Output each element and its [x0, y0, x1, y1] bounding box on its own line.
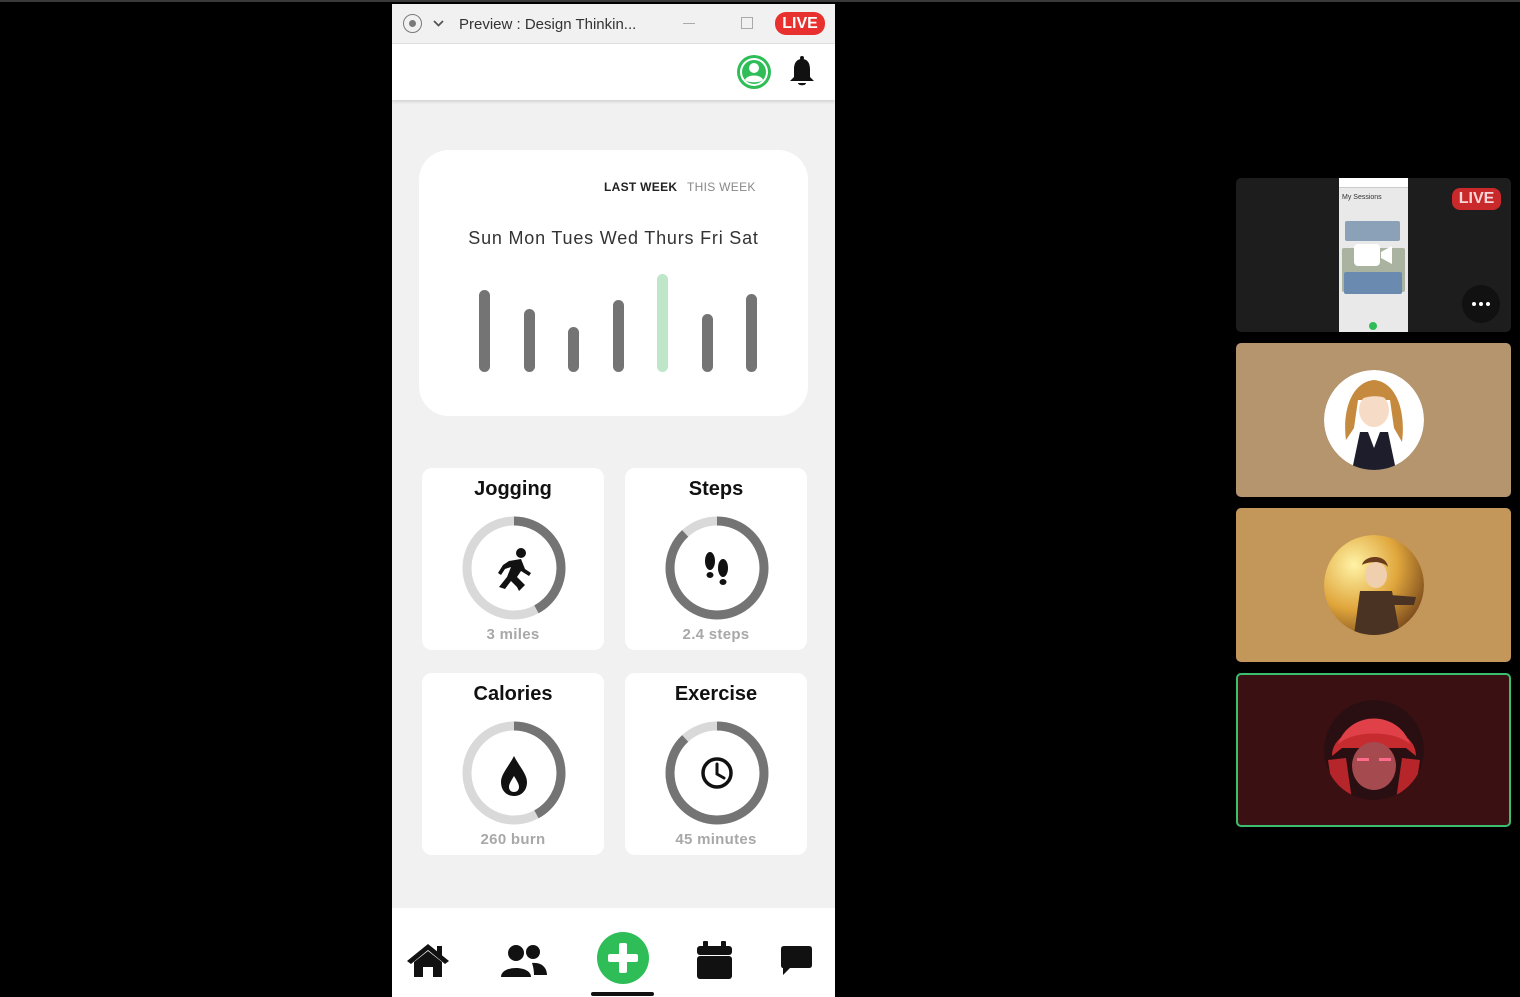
chat-icon[interactable]: [781, 946, 812, 976]
activity-bar-thurs: [657, 274, 668, 372]
stat-value: 45 minutes: [675, 831, 757, 848]
activity-bar-wed: [613, 300, 624, 372]
thumbnail-header: [1339, 178, 1408, 188]
participant-tile-active-speaker[interactable]: [1236, 673, 1511, 827]
progress-ring: [462, 516, 566, 620]
stat-title: Calories: [473, 683, 553, 705]
app-header: [392, 44, 835, 100]
bottom-nav: [392, 908, 835, 997]
tab-last-week[interactable]: LAST WEEK: [604, 180, 677, 194]
add-icon[interactable]: [597, 932, 649, 984]
stat-title: Jogging: [474, 478, 552, 500]
weekly-activity-card: LAST WEEK THIS WEEK Sun Mon Tues Wed Thu…: [419, 150, 808, 416]
flame-icon: [501, 756, 527, 796]
screen-share-live-badge: LIVE: [1452, 188, 1501, 210]
stat-value: 3 miles: [486, 626, 540, 643]
user-icon[interactable]: [737, 55, 771, 89]
activity-bar-mon: [524, 309, 535, 372]
thumbnail-add-icon: [1369, 322, 1377, 330]
stat-value: 2.4 steps: [682, 626, 750, 643]
screen-share-tile[interactable]: My Sessions LIVE: [1236, 178, 1511, 332]
progress-ring: [665, 721, 769, 825]
participant-tile[interactable]: [1236, 508, 1511, 662]
activity-bar-fri: [702, 314, 713, 372]
thumbnail-title: My Sessions: [1342, 194, 1382, 201]
participant-tile[interactable]: [1236, 343, 1511, 497]
runner-icon: [498, 548, 531, 591]
activity-bar-sun: [479, 290, 490, 372]
screen-top-edge: [0, 0, 1520, 2]
weekday-labels: Sun Mon Tues Wed Thurs Fri Sat: [468, 228, 759, 248]
bell-icon[interactable]: [788, 56, 816, 88]
progress-ring: [665, 516, 769, 620]
video-camera-icon: [1354, 244, 1392, 266]
stat-card-calories[interactable]: Calories 260 burn: [422, 673, 604, 855]
stat-title: Exercise: [674, 683, 758, 705]
more-options-button[interactable]: [1462, 285, 1500, 323]
stat-value: 260 burn: [480, 831, 546, 848]
thumbnail-image: [1345, 221, 1400, 241]
stat-title: Steps: [688, 478, 744, 500]
chevron-down-icon[interactable]: [432, 17, 445, 30]
participant-avatar: [1324, 370, 1424, 470]
stat-card-exercise[interactable]: Exercise 45 minutes: [625, 673, 807, 855]
activity-bar-sat: [746, 294, 757, 372]
tab-this-week[interactable]: THIS WEEK: [687, 180, 756, 194]
stat-card-jogging[interactable]: Jogging 3 miles: [422, 468, 604, 650]
record-icon[interactable]: [403, 14, 422, 33]
participant-avatar: [1324, 700, 1424, 800]
window-title: Preview : Design Thinkin...: [459, 16, 637, 33]
maximize-button[interactable]: [741, 17, 753, 29]
footprints-icon: [705, 552, 728, 585]
calendar-icon[interactable]: [697, 941, 732, 979]
minimize-button[interactable]: [683, 23, 695, 24]
clock-icon: [701, 757, 733, 789]
preview-window: Preview : Design Thinkin... LIVE LAST WE…: [392, 4, 835, 997]
window-titlebar: Preview : Design Thinkin... LIVE: [392, 4, 835, 44]
users-icon[interactable]: [499, 944, 547, 978]
active-tab-indicator: [591, 992, 654, 996]
stat-card-steps[interactable]: Steps 2.4 steps: [625, 468, 807, 650]
activity-bar-tues: [568, 327, 579, 372]
live-badge: LIVE: [775, 12, 825, 35]
home-icon[interactable]: [406, 942, 450, 978]
thumbnail-image: [1344, 272, 1402, 294]
participant-avatar: [1324, 535, 1424, 635]
progress-ring: [462, 721, 566, 825]
